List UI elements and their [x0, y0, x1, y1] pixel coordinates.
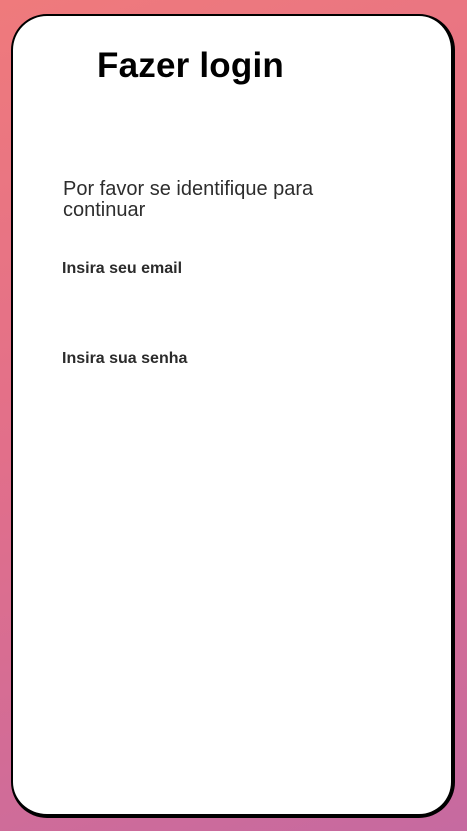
email-label: Insira seu email — [62, 260, 183, 277]
email-field[interactable] — [62, 284, 402, 318]
page-title: Fazer login — [97, 46, 284, 85]
password-label: Insira sua senha — [62, 350, 188, 367]
password-field-group: Insira sua senha — [62, 350, 402, 408]
login-subtitle: Por favor se identifique para continuar — [63, 178, 314, 221]
email-field-group: Insira seu email — [62, 260, 402, 318]
password-field[interactable] — [62, 374, 402, 408]
login-card: Fazer login Por favor se identifique par… — [11, 14, 455, 818]
